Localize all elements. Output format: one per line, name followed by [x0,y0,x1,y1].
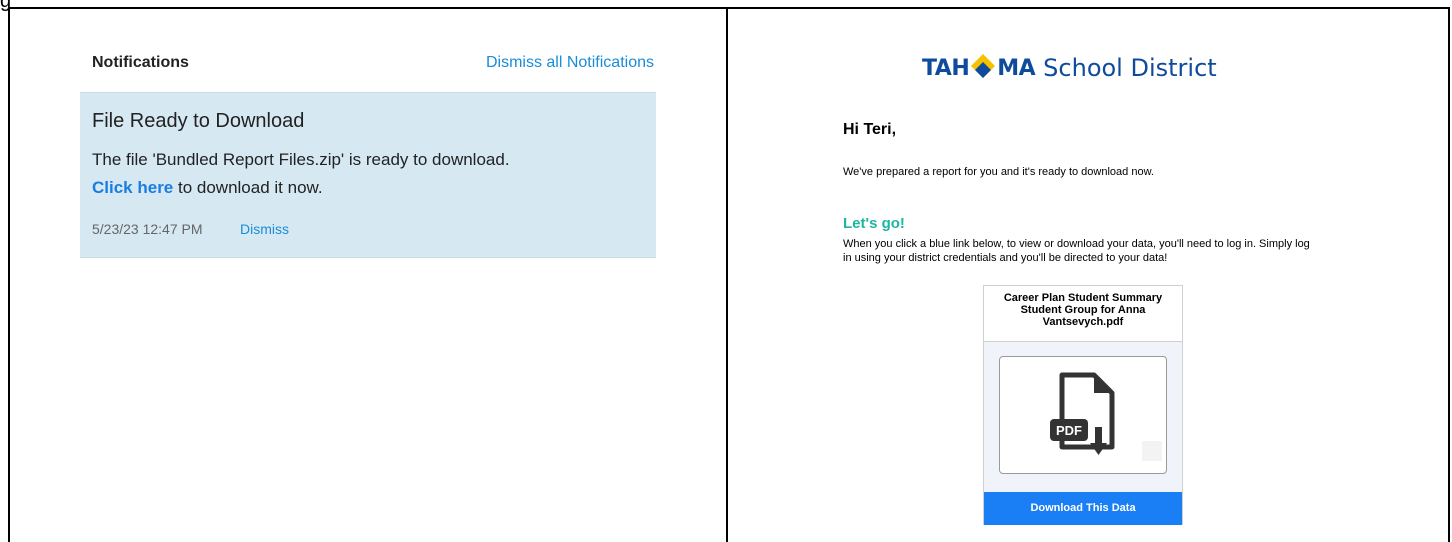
logo-diamond-icon [971,54,996,78]
notifications-panel: Notifications Dismiss all Notifications … [8,7,728,542]
notifications-title: Notifications [92,54,189,71]
logo-text-left: TAH [922,55,970,81]
file-name: Career Plan Student Summary Student Grou… [984,286,1182,342]
download-card: Career Plan Student Summary Student Grou… [983,285,1183,525]
email-intro: We've prepared a report for you and it's… [843,166,1154,178]
notification-download-line: Click here to download it now. [92,178,323,198]
email-instructions: When you click a blue link below, to vie… [843,238,1310,264]
download-line-text: to download it now. [173,178,323,197]
download-link[interactable]: Click here [92,178,173,197]
pdf-download-icon: PDF [1050,372,1115,455]
notification-timestamp: 5/23/23 12:47 PM [92,221,203,237]
download-data-button[interactable]: Download This Data [984,492,1182,525]
email-greeting: Hi Teri, [843,121,897,138]
notification-message: The file 'Bundled Report Files.zip' is r… [92,150,510,169]
pdf-badge-label: PDF [1056,423,1082,438]
dismiss-all-notifications-link[interactable]: Dismiss all Notifications [486,54,654,72]
tahoma-logo: TAH MA School District [922,48,1217,88]
lets-go-heading: Let's go! [843,215,905,232]
notifications-header: Notifications Dismiss all Notifications [92,54,654,78]
email-panel: TAH MA School District Hi Teri, We've pr… [726,7,1450,542]
dismiss-notification-link[interactable]: Dismiss [240,221,289,237]
logo-text-school-district: School District [1043,54,1217,82]
notification-card: File Ready to Download The file 'Bundled… [80,92,656,258]
notification-title: File Ready to Download [92,110,305,132]
logo-text-right: MA [997,55,1036,81]
file-preview[interactable]: PDF [999,356,1167,474]
preview-corner-square [1142,441,1162,461]
